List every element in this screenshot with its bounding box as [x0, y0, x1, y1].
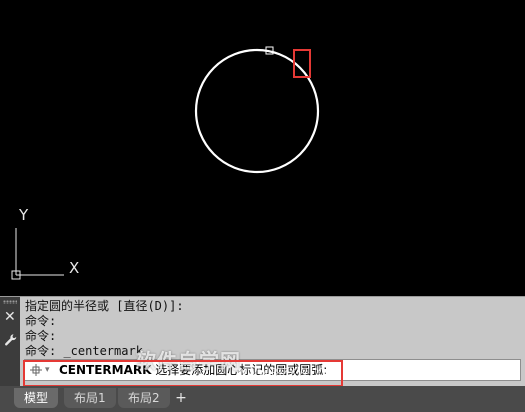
tab-layout2[interactable]: 布局2: [118, 388, 170, 408]
tab-layout1[interactable]: 布局1: [64, 388, 116, 408]
ucs-y-label: Y: [19, 206, 29, 224]
ucs-x-label: X: [69, 259, 80, 277]
highlight-box-command: [23, 360, 343, 387]
ucs-icon: [11, 228, 64, 280]
add-layout-icon[interactable]: +: [172, 388, 190, 408]
layout-tab-bar: 模型 布局1 布局2 +: [0, 386, 525, 412]
drawing-svg[interactable]: [0, 0, 525, 296]
drag-grip-icon[interactable]: [3, 300, 17, 304]
tab-model[interactable]: 模型: [14, 388, 59, 408]
command-history: 指定圆的半径或 [直径(D)]: 命令: 命令: 命令: _centermark: [25, 299, 520, 359]
history-line: 命令:: [25, 314, 57, 328]
close-icon[interactable]: ✕: [4, 310, 16, 324]
history-line: 指定圆的半径或 [直径(D)]:: [25, 299, 184, 313]
wrench-icon[interactable]: [4, 333, 18, 347]
command-window-sidebar: ✕: [0, 297, 20, 387]
highlight-box-canvas: [293, 49, 311, 78]
history-line: 命令: _centermark: [25, 344, 143, 358]
drawing-canvas[interactable]: Y X: [0, 0, 525, 296]
history-line: 命令:: [25, 329, 57, 343]
